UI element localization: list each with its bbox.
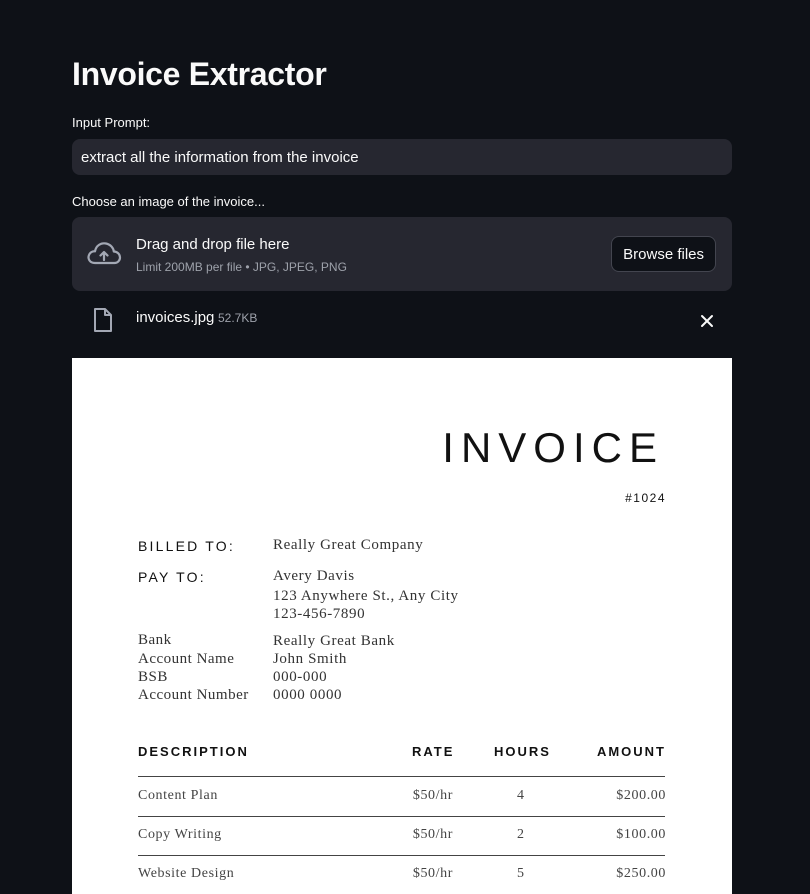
account-number-value: 0000 0000 (273, 687, 343, 703)
account-number-key: Account Number (138, 687, 249, 703)
pay-to-name: Avery Davis (273, 568, 355, 584)
account-name-key: Account Name (138, 651, 235, 667)
row-2-hours: 2 (517, 827, 525, 842)
remove-file-icon[interactable] (697, 311, 717, 331)
table-divider (138, 855, 665, 856)
row-1-description: Content Plan (138, 788, 218, 803)
row-1-hours: 4 (517, 788, 525, 803)
bank-value: Really Great Bank (273, 633, 395, 649)
column-header-rate: RATE (412, 744, 455, 759)
page-title: Invoice Extractor (72, 56, 327, 92)
browse-files-button[interactable]: Browse files (611, 236, 716, 272)
row-1-amount: $200.00 (616, 788, 666, 803)
pay-to-address: 123 Anywhere St., Any City (273, 588, 459, 604)
bsb-value: 000-000 (273, 669, 328, 685)
table-divider (138, 816, 665, 817)
dropzone-subtitle: Limit 200MB per file • JPG, JPEG, PNG (136, 260, 347, 274)
uploaded-file-size: 52.7KB (218, 311, 258, 325)
dropzone-title: Drag and drop file here (136, 236, 290, 253)
pay-to-label: PAY TO: (138, 569, 206, 585)
row-1-rate: $50/hr (412, 788, 453, 803)
column-header-hours: HOURS (494, 744, 551, 759)
row-3-amount: $250.00 (616, 866, 666, 881)
account-name-value: John Smith (273, 651, 347, 667)
billed-to-label: BILLED TO: (138, 538, 235, 554)
prompt-label: Input Prompt: (72, 115, 151, 130)
invoice-number: #1024 (625, 491, 666, 505)
bank-key: Bank (138, 632, 172, 648)
prompt-input[interactable] (72, 139, 732, 175)
bsb-key: BSB (138, 669, 168, 685)
upload-label: Choose an image of the invoice... (72, 194, 265, 209)
table-divider (138, 776, 665, 777)
file-icon (94, 308, 112, 332)
pay-to-phone: 123-456-7890 (273, 606, 366, 622)
row-3-description: Website Design (138, 866, 235, 881)
invoice-title: INVOICE (442, 424, 664, 471)
invoice-image: INVOICE #1024 BILLED TO: Really Great Co… (72, 358, 732, 894)
uploaded-file-name: invoices.jpg (136, 309, 215, 326)
row-3-hours: 5 (517, 866, 525, 881)
column-header-description: DESCRIPTION (138, 744, 249, 759)
billed-to-value: Really Great Company (273, 537, 424, 553)
row-2-description: Copy Writing (138, 827, 222, 842)
row-3-rate: $50/hr (412, 866, 453, 881)
cloud-upload-icon (87, 242, 122, 265)
row-2-amount: $100.00 (616, 827, 666, 842)
file-dropzone[interactable]: Drag and drop file here Limit 200MB per … (72, 217, 732, 291)
column-header-amount: AMOUNT (596, 744, 666, 759)
row-2-rate: $50/hr (412, 827, 453, 842)
